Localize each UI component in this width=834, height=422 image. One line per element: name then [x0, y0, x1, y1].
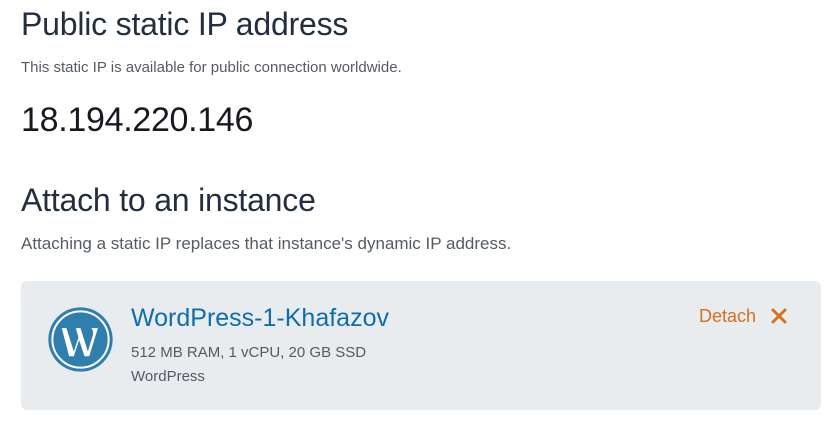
attach-description: Attaching a static IP replaces that inst… [21, 234, 512, 253]
detach-label: Detach [699, 306, 757, 326]
detach-button[interactable]: Detach [699, 303, 788, 329]
attached-instance-card: WordPress-1-Khafazov 512 MB RAM, 1 vCPU,… [21, 281, 821, 410]
attach-heading: Attach to an instance [21, 182, 316, 218]
static-ip-page: Public static IP address This static IP … [0, 0, 834, 422]
instance-spec: 512 MB RAM, 1 vCPU, 20 GB SSD [131, 344, 367, 361]
public-ip-description: This static IP is available for public c… [21, 59, 402, 76]
instance-blueprint: WordPress [131, 368, 205, 385]
public-ip-heading: Public static IP address [21, 6, 349, 42]
instance-name-link[interactable]: WordPress-1-Khafazov [131, 301, 389, 335]
close-icon [771, 308, 787, 324]
wordpress-logo-icon [48, 307, 113, 372]
ip-address-value: 18.194.220.146 [21, 101, 254, 139]
